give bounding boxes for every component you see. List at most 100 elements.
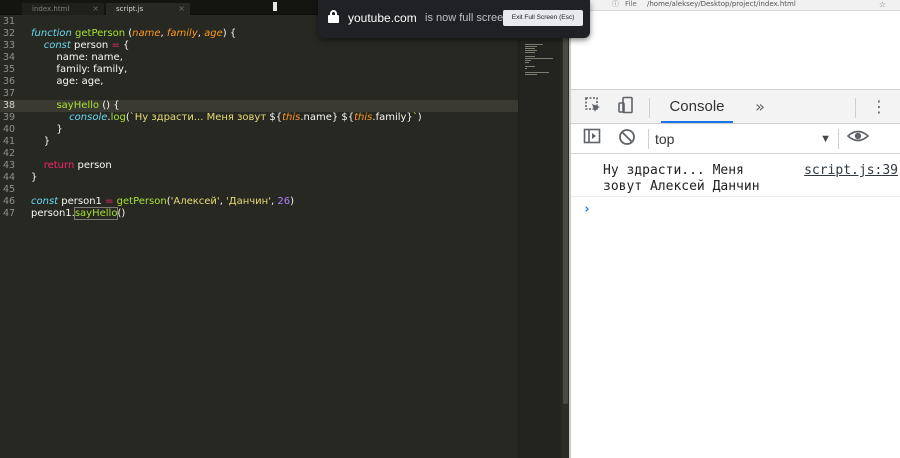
- line-number: 32: [3, 28, 16, 39]
- line-number: 40: [3, 124, 16, 135]
- minimap-line: [525, 74, 537, 75]
- url-text[interactable]: /home/aleksey/Desktop/project/index.html: [647, 0, 796, 9]
- code-text: }: [31, 124, 62, 136]
- line-number: 31: [3, 16, 16, 27]
- fullscreen-message: is now full screen: [425, 12, 510, 24]
- code-token: () {: [99, 100, 120, 111]
- line-number: 39: [3, 112, 16, 123]
- code-text: }: [31, 136, 50, 148]
- code-token: function: [31, 28, 72, 39]
- code-line[interactable]: 47 person1.sayHello(): [0, 207, 518, 220]
- code-line[interactable]: 35 family: family,: [0, 64, 518, 76]
- code-line[interactable]: 39 console.log(`Ну здрасти... Меня зовут…: [0, 112, 518, 124]
- console-prompt[interactable]: ›: [583, 202, 591, 218]
- minimap-line: [525, 44, 543, 45]
- code-line[interactable]: 37: [0, 88, 518, 100]
- code-line[interactable]: 36 age: age,: [0, 76, 518, 88]
- info-icon[interactable]: ⓘ: [612, 0, 619, 9]
- minimap-line: [525, 52, 535, 53]
- context-value: top: [655, 131, 675, 147]
- menu-icon[interactable]: ⋮: [868, 96, 890, 118]
- console-message: Ну здрасти... Меня зовут Алексей Данчин …: [571, 159, 900, 197]
- minimap-line: [525, 56, 535, 57]
- code-text: return person: [31, 160, 112, 172]
- code-text: sayHello () {: [31, 100, 120, 112]
- line-number: 41: [3, 136, 16, 147]
- editor-scrollbar[interactable]: [562, 16, 569, 458]
- toolbar-divider: [838, 129, 839, 149]
- code-area[interactable]: 31 32 function getPerson (name, family, ag…: [0, 16, 518, 220]
- code-line[interactable]: 41 }: [0, 136, 518, 148]
- code-token: sayHello: [73, 207, 119, 220]
- code-token: .family}: [372, 112, 413, 123]
- code-line[interactable]: 33 const person = {: [0, 40, 518, 52]
- code-token: person: [74, 160, 112, 171]
- minimap-line: [525, 58, 553, 59]
- code-token: family: [166, 28, 198, 39]
- address-bar[interactable]: ⓘ File /home/aleksey/Desktop/project/ind…: [571, 0, 900, 11]
- code-token: age: age,: [31, 76, 104, 87]
- clear-console-icon[interactable]: [616, 128, 638, 150]
- code-line[interactable]: 42: [0, 148, 518, 160]
- code-line[interactable]: 43 return person: [0, 160, 518, 172]
- code-token: }: [31, 172, 38, 183]
- code-token: const: [43, 40, 71, 51]
- close-icon[interactable]: ×: [178, 3, 185, 15]
- code-line[interactable]: 46 const person1 = getPerson('Алексей', '…: [0, 196, 518, 208]
- line-number: 38: [3, 100, 16, 111]
- code-line[interactable]: 40 }: [0, 124, 518, 136]
- star-icon[interactable]: ☆: [879, 0, 886, 9]
- line-number: 34: [3, 52, 16, 63]
- tab-console[interactable]: Console: [661, 90, 733, 123]
- console-source-link[interactable]: script.js:39: [804, 163, 898, 179]
- code-text: age: age,: [31, 76, 103, 88]
- tab-script-js[interactable]: script.js ×: [106, 3, 190, 15]
- more-tabs-icon[interactable]: »: [749, 96, 771, 118]
- minimap-line: [525, 60, 531, 61]
- code-line[interactable]: 44}: [0, 172, 518, 184]
- code-line[interactable]: 38 sayHello () {: [0, 100, 518, 112]
- console-output[interactable]: Ну здрасти... Меня зовут Алексей Данчин …: [571, 155, 900, 458]
- show-sidebar-icon[interactable]: [581, 128, 603, 150]
- code-line[interactable]: 34 name: name,: [0, 52, 518, 64]
- code-token: return: [43, 160, 75, 171]
- lock-icon: [328, 10, 339, 23]
- device-toolbar-icon[interactable]: [615, 96, 637, 118]
- code-token: const: [31, 196, 59, 207]
- code-token: family: family,: [31, 64, 128, 75]
- code-token: {: [119, 40, 130, 51]
- code-token: age: [204, 28, 223, 39]
- minimap-line: [525, 68, 527, 69]
- line-number: 33: [3, 40, 16, 51]
- code-token: log: [110, 112, 126, 123]
- live-expression-icon[interactable]: [846, 128, 870, 150]
- tab-index-html[interactable]: index.html ×: [22, 3, 104, 15]
- code-token: name: [132, 28, 161, 39]
- code-text: person1.sayHello(): [31, 207, 125, 220]
- code-editor[interactable]: index.html × script.js × 31 32 function ge…: [0, 0, 569, 458]
- line-number: 45: [3, 184, 16, 195]
- minimap-line: [525, 72, 549, 73]
- toolbar-divider: [649, 98, 650, 118]
- code-token: 'Данчин': [226, 196, 271, 207]
- inspect-element-icon[interactable]: [582, 96, 604, 118]
- scrollbar-thumb[interactable]: [563, 24, 568, 404]
- close-icon[interactable]: ×: [92, 3, 99, 15]
- minimap-line: [525, 48, 535, 49]
- context-selector[interactable]: top ▼: [655, 129, 831, 149]
- line-number: 44: [3, 172, 16, 183]
- code-token: =: [111, 40, 120, 51]
- console-toolbar: top ▼: [571, 124, 900, 154]
- code-token: this: [282, 112, 301, 123]
- code-token: this: [354, 112, 373, 123]
- code-line[interactable]: 45: [0, 184, 518, 196]
- devtools-toolbar: Console » ⋮: [571, 89, 900, 124]
- exit-fullscreen-button[interactable]: Exit Full Screen (Esc): [503, 10, 583, 26]
- browser-window: ⓘ File /home/aleksey/Desktop/project/ind…: [569, 0, 900, 458]
- line-number: 46: [3, 196, 16, 207]
- console-message-text: Ну здрасти... Меня зовут Алексей Данчин: [603, 163, 760, 194]
- minimap[interactable]: [518, 40, 560, 458]
- code-text: console.log(`Ну здрасти... Меня зовут ${…: [31, 112, 422, 124]
